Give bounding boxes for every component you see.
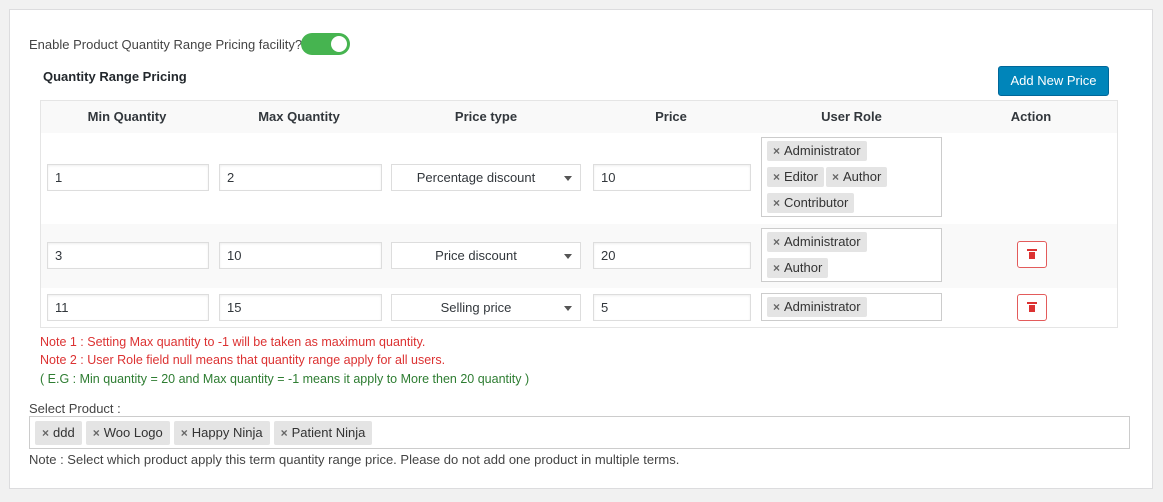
enable-pricing-toggle[interactable]	[301, 33, 350, 55]
remove-role-icon[interactable]: ×	[773, 261, 780, 275]
product-select[interactable]: × ddd × Woo Logo × Happy Ninja × Patient Ninja	[29, 416, 1130, 449]
price-type-value: Price discount	[435, 248, 517, 263]
table-header: Min Quantity Max Quantity Price type Pri…	[41, 101, 1117, 133]
user-role-select[interactable]: × Administrator × Editor × Author × Contribut…	[761, 137, 942, 217]
remove-role-icon[interactable]: ×	[773, 196, 780, 210]
product-chip: × Happy Ninja	[173, 421, 270, 445]
role-chip: × Administrator	[767, 141, 867, 161]
chevron-down-icon	[564, 176, 572, 181]
price-input[interactable]: 20	[593, 242, 751, 269]
delete-row-button[interactable]	[1017, 241, 1047, 268]
table-row: 1 2 Percentage discount 10 × Administrato…	[41, 133, 1117, 224]
note-example: ( E.G : Min quantity = 20 and Max quanti…	[40, 372, 530, 386]
max-quantity-input[interactable]: 2	[219, 164, 382, 191]
price-input[interactable]: 10	[593, 164, 751, 191]
role-chip: × Author	[767, 258, 829, 278]
role-chip: × Administrator	[767, 297, 867, 317]
product-chip: × Woo Logo	[85, 421, 170, 445]
table-row: 11 15 Selling price 5 × Administrator	[41, 288, 1117, 327]
column-header-max-quantity: Max Quantity	[258, 109, 340, 124]
note-max-quantity: Note 1 : Setting Max quantity to -1 will…	[40, 335, 426, 349]
role-chip: × Administrator	[767, 232, 867, 252]
toggle-knob	[331, 36, 347, 52]
min-quantity-input[interactable]: 3	[47, 242, 209, 269]
price-type-value: Selling price	[440, 300, 512, 315]
product-chip: × Patient Ninja	[273, 421, 373, 445]
table-row: 3 10 Price discount 20 × Administrator × A…	[41, 224, 1117, 288]
chevron-down-icon	[564, 254, 572, 259]
column-header-min-quantity: Min Quantity	[87, 109, 167, 124]
remove-role-icon[interactable]: ×	[773, 300, 780, 314]
section-title: Quantity Range Pricing	[43, 69, 187, 84]
price-type-select[interactable]: Selling price	[391, 294, 581, 321]
note-user-role: Note 2 : User Role field null means that…	[40, 353, 446, 367]
price-type-select[interactable]: Price discount	[391, 242, 581, 269]
max-quantity-input[interactable]: 15	[219, 294, 382, 321]
max-quantity-input[interactable]: 10	[219, 242, 382, 269]
price-input[interactable]: 5	[593, 294, 751, 321]
trash-icon	[1027, 302, 1037, 313]
min-quantity-input[interactable]: 11	[47, 294, 209, 321]
min-quantity-input[interactable]: 1	[47, 164, 209, 191]
enable-pricing-label: Enable Product Quantity Range Pricing fa…	[29, 37, 303, 52]
product-footnote: Note : Select which product apply this t…	[29, 452, 680, 467]
user-role-select[interactable]: × Administrator	[761, 293, 942, 321]
product-chip: × ddd	[35, 421, 82, 445]
role-chip: × Author	[825, 167, 888, 187]
chevron-down-icon	[564, 306, 572, 311]
user-role-select[interactable]: × Administrator × Author	[761, 228, 942, 282]
remove-product-icon[interactable]: ×	[181, 426, 188, 440]
settings-panel: Enable Product Quantity Range Pricing fa…	[9, 9, 1153, 489]
column-header-user-role: User Role	[821, 109, 882, 124]
price-type-value: Percentage discount	[416, 170, 536, 185]
add-new-price-button[interactable]: Add New Price	[998, 66, 1109, 96]
price-type-select[interactable]: Percentage discount	[391, 164, 581, 191]
delete-row-button[interactable]	[1017, 294, 1047, 321]
role-chip: × Editor	[767, 167, 824, 187]
column-header-price: Price	[655, 109, 687, 124]
column-header-price-type: Price type	[454, 109, 518, 124]
remove-product-icon[interactable]: ×	[42, 426, 49, 440]
remove-product-icon[interactable]: ×	[93, 426, 100, 440]
remove-role-icon[interactable]: ×	[773, 144, 780, 158]
trash-icon	[1027, 249, 1037, 260]
select-product-label: Select Product :	[29, 401, 121, 416]
role-chip: × Contributor	[767, 193, 855, 213]
pricing-table: Min Quantity Max Quantity Price type Pri…	[40, 100, 1118, 328]
column-header-action: Action	[1010, 109, 1052, 124]
remove-role-icon[interactable]: ×	[773, 170, 780, 184]
remove-role-icon[interactable]: ×	[773, 235, 780, 249]
remove-product-icon[interactable]: ×	[281, 426, 288, 440]
remove-role-icon[interactable]: ×	[832, 170, 839, 184]
